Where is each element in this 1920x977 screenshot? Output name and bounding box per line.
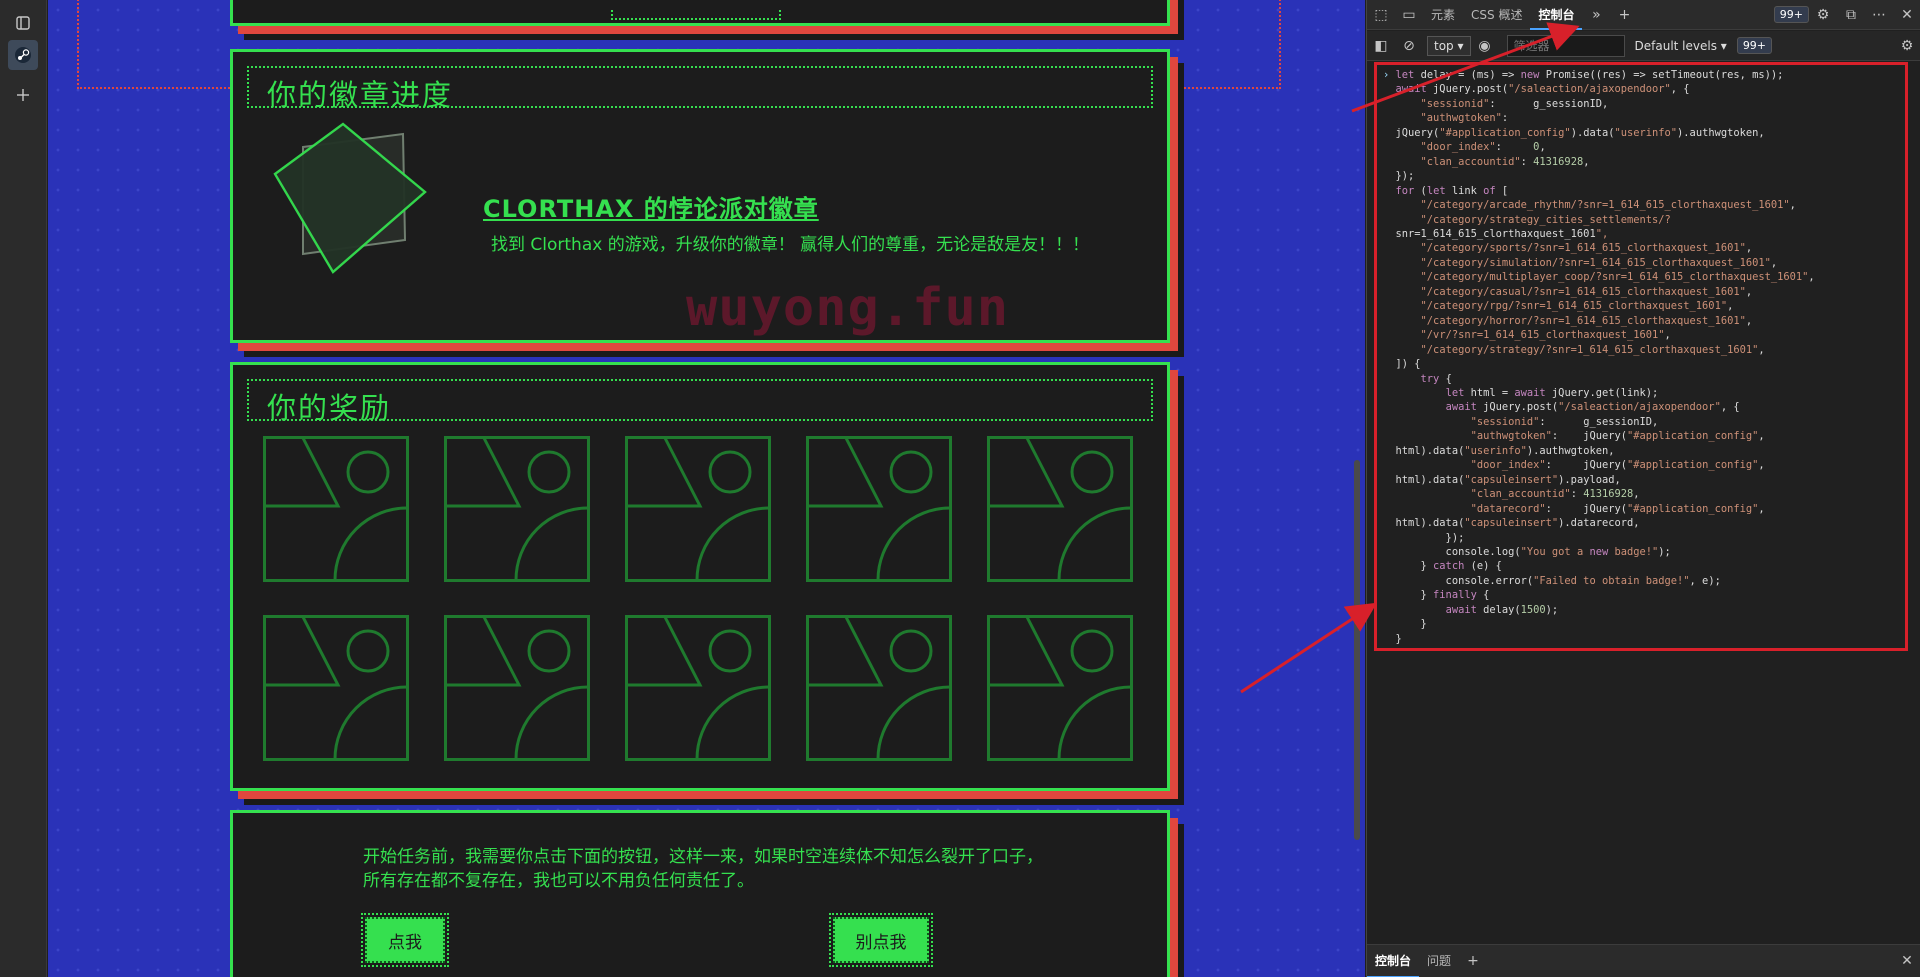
reward-placeholder-icon — [263, 436, 409, 582]
watermark: wuyong.fun — [686, 278, 1010, 338]
devtools-panel: ⬚ ▭ 元素 CSS 概述 控制台 » + 99+ ⚙ ⧉ ⋯ ✕ ◧ ⊘ to… — [1366, 0, 1920, 977]
tab-console[interactable]: 控制台 — [1530, 0, 1583, 30]
sidebar-toggle-icon[interactable]: ◧ — [1367, 38, 1395, 54]
filter-issues-badge[interactable]: 99+ — [1736, 37, 1773, 54]
steam-icon[interactable] — [8, 40, 38, 70]
log-levels-label: Default levels — [1634, 38, 1717, 53]
tab-elements[interactable]: 元素 — [1423, 0, 1463, 30]
task-description: 开始任务前，我需要你点击下面的按钮，这样一来，如果时空连续体不知怎么裂开了口子，… — [363, 847, 1043, 891]
dont-click-me-button[interactable]: 别点我 — [829, 913, 933, 967]
panel-title-box: 你的奖励 — [247, 379, 1153, 425]
console-code[interactable]: › let delay = (ms) => new Promise((res) … — [1383, 68, 1905, 646]
reward-placeholder-icon — [625, 436, 771, 582]
reward-placeholder-icon — [987, 436, 1133, 582]
new-tab-icon[interactable] — [8, 80, 38, 110]
more-options-icon[interactable]: ⋯ — [1865, 7, 1893, 23]
badge-description: 找到 Clorthax 的游戏，升级你的徽章！ 赢得人们的尊重，无论是敌是友！！… — [491, 235, 1090, 255]
console-filter-bar: ◧ ⊘ top ▾ ◉ Default levels ▾ 99+ ⚙ — [1367, 31, 1920, 61]
console-settings-icon[interactable]: ⚙ — [1893, 38, 1920, 54]
clear-console-icon[interactable]: ⊘ — [1395, 38, 1423, 54]
live-expression-eye-icon[interactable]: ◉ — [1471, 38, 1499, 54]
console-output-highlight[interactable]: › let delay = (ms) => new Promise((res) … — [1374, 62, 1908, 651]
reward-placeholder-icon — [806, 615, 952, 761]
reward-placeholder-icon — [444, 615, 590, 761]
context-selector[interactable]: top ▾ — [1427, 35, 1471, 56]
issues-badge[interactable]: 99+ — [1773, 6, 1809, 23]
inspect-icon[interactable]: ⬚ — [1367, 7, 1395, 23]
page-scrollbar[interactable] — [1354, 460, 1360, 840]
close-icon[interactable]: ✕ — [1893, 7, 1920, 23]
badge-image — [273, 122, 427, 274]
tab-css-overview[interactable]: CSS 概述 — [1463, 0, 1530, 30]
rewards-panel: 你的奖励 — [230, 362, 1170, 791]
badge-panel-title: 你的徽章进度 — [267, 78, 454, 112]
drawer-tab-issues[interactable]: 问题 — [1419, 945, 1459, 977]
rewards-panel-title: 你的奖励 — [267, 391, 392, 425]
console-filter-input[interactable] — [1506, 34, 1625, 57]
vertical-tab-strip — [0, 0, 47, 977]
drawer-tab-console[interactable]: 控制台 — [1367, 945, 1420, 977]
tabs-icon[interactable] — [8, 8, 38, 38]
previous-panel — [230, 0, 1170, 26]
reward-placeholder-icon — [625, 615, 771, 761]
more-tabs-icon[interactable]: » — [1582, 7, 1610, 23]
devtools-drawer-bar: 控制台 问题 + ✕ — [1367, 944, 1920, 977]
web-page: 你的徽章进度 CLORTHAX 的悖论派对徽章 找到 Clorthax 的游戏，… — [48, 0, 1365, 977]
reward-placeholder-icon — [263, 615, 409, 761]
dock-icon[interactable]: ⧉ — [1837, 7, 1865, 23]
drawer-close-icon[interactable]: ✕ — [1893, 953, 1920, 969]
context-label: top — [1434, 38, 1454, 53]
reward-placeholder-icon — [806, 436, 952, 582]
reward-placeholder-icon — [987, 615, 1133, 761]
task-panel: 开始任务前，我需要你点击下面的按钮，这样一来，如果时空连续体不知怎么裂开了口子，… — [230, 810, 1170, 977]
panel-tab-stub — [611, 10, 781, 20]
log-levels-dropdown[interactable]: Default levels ▾ — [1635, 39, 1727, 53]
add-tab-icon[interactable]: + — [1610, 7, 1638, 23]
badge-name-link[interactable]: CLORTHAX 的悖论派对徽章 — [483, 189, 819, 224]
settings-gear-icon[interactable]: ⚙ — [1809, 7, 1837, 23]
click-me-button[interactable]: 点我 — [361, 913, 449, 967]
reward-placeholder-icon — [444, 436, 590, 582]
devtools-toolbar: ⬚ ▭ 元素 CSS 概述 控制台 » + 99+ ⚙ ⧉ ⋯ ✕ — [1367, 0, 1920, 30]
drawer-add-tab-icon[interactable]: + — [1459, 953, 1487, 969]
panel-title-box: 你的徽章进度 — [247, 66, 1153, 112]
device-toolbar-icon[interactable]: ▭ — [1395, 7, 1423, 23]
